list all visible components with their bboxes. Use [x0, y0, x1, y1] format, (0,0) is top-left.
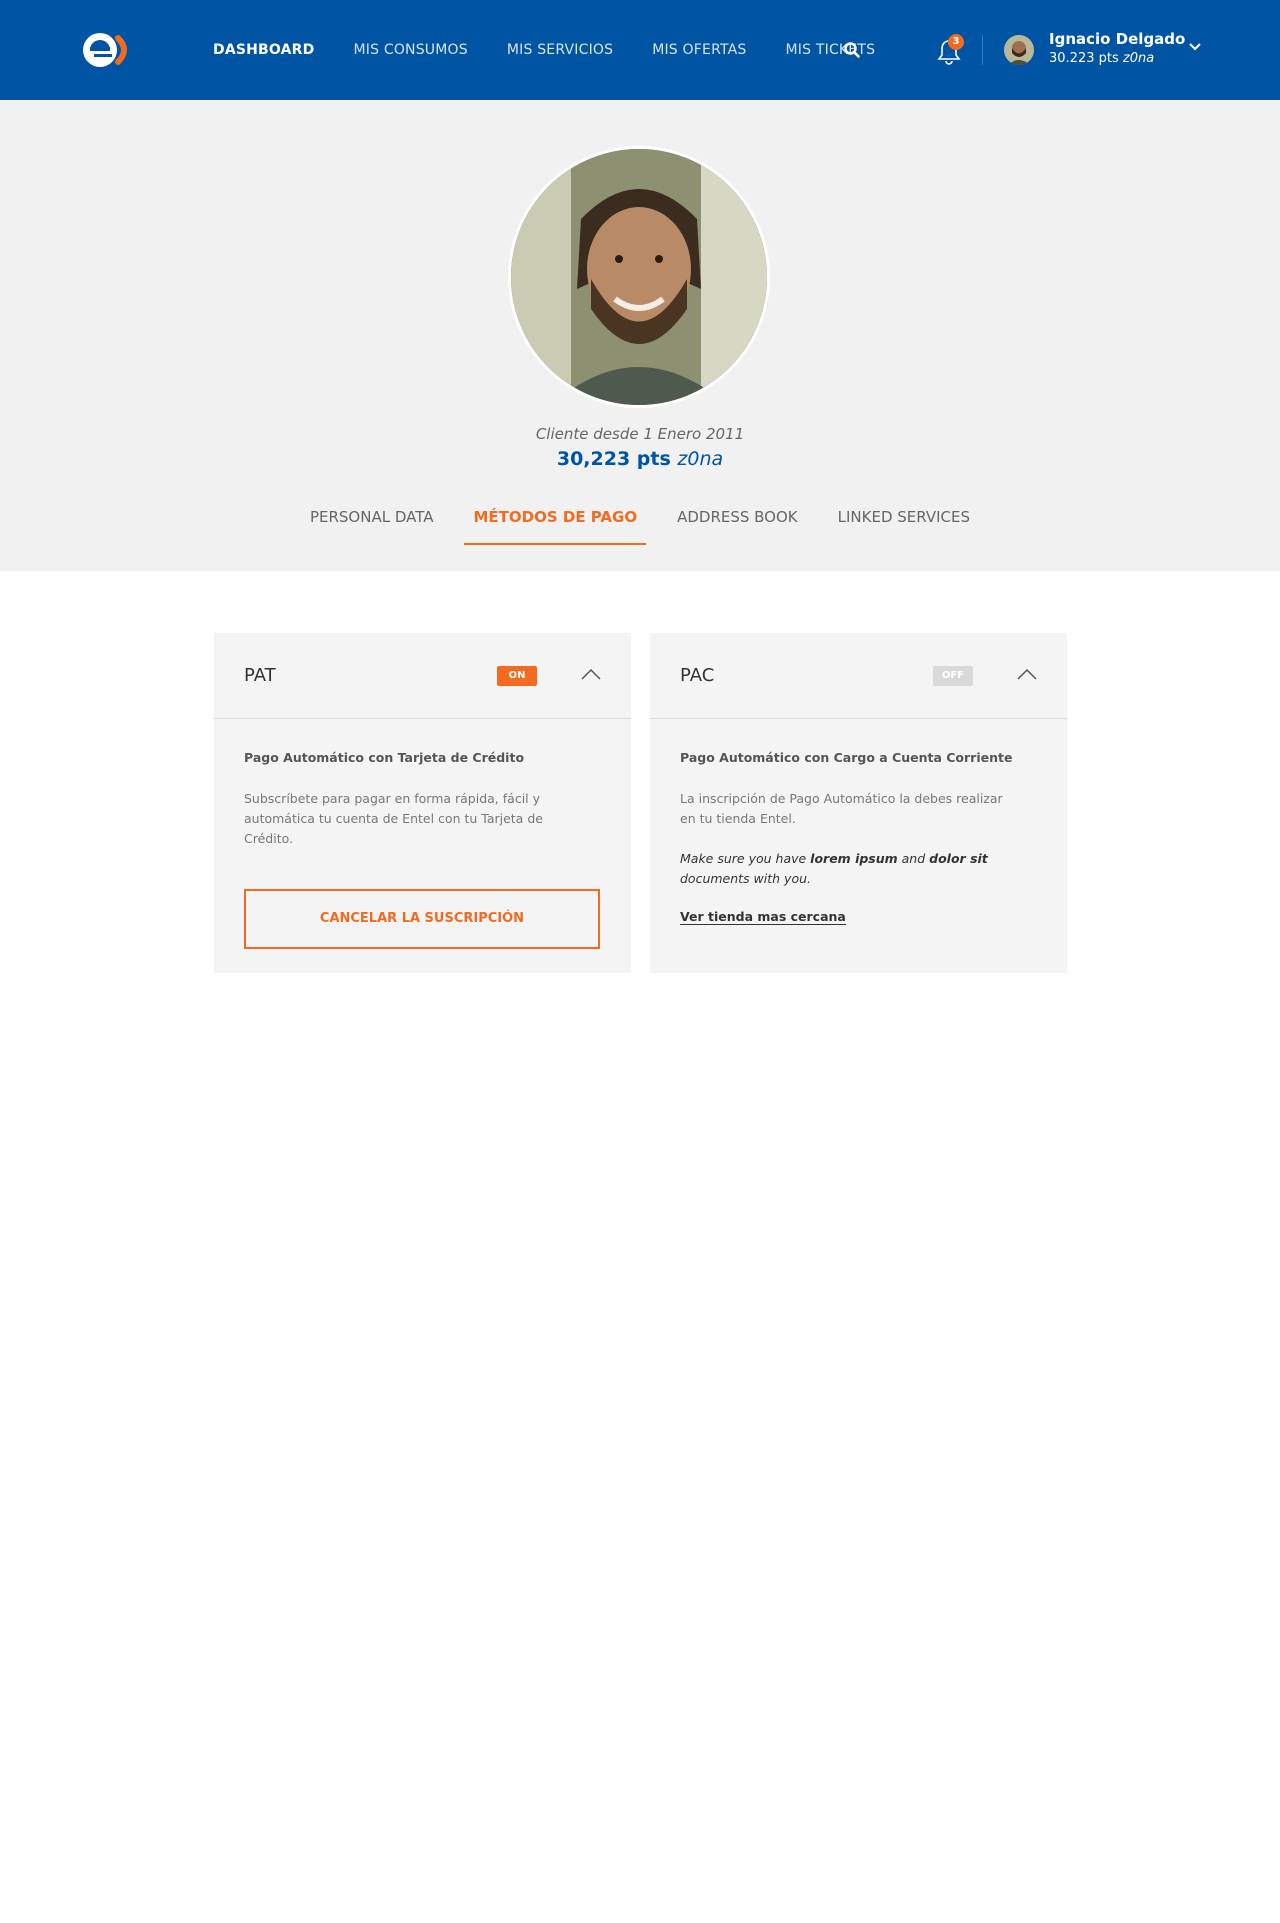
pac-description: La inscripción de Pago Automático la deb…: [680, 791, 1003, 826]
user-points: 30.223 pts z0na: [1049, 51, 1154, 66]
pac-note-mid: and: [897, 851, 930, 866]
user-points-brand: z0na: [1122, 51, 1155, 66]
profile-tabs: PERSONAL DATA MÉTODOS DE PAGO ADDRESS BO…: [0, 494, 1280, 545]
pac-note-pre: Make sure you have: [680, 851, 811, 866]
profile-photo: [508, 146, 770, 408]
profile-points-value: 30,223 pts: [556, 448, 671, 470]
cancel-subscription-button[interactable]: CANCELAR LA SUSCRIPCIÓN: [244, 889, 600, 949]
pat-title: PAT: [244, 665, 276, 686]
search-icon[interactable]: [843, 41, 861, 59]
pac-title: PAC: [680, 665, 715, 686]
pac-card-header[interactable]: PAC OFF: [650, 633, 1067, 719]
nav-mis-ofertas[interactable]: MIS OFERTAS: [652, 42, 746, 58]
nearest-store-link[interactable]: Ver tienda mas cercana: [680, 909, 846, 925]
pac-subtitle: Pago Automático con Cargo a Cuenta Corri…: [680, 750, 1013, 765]
tab-linked-services[interactable]: LINKED SERVICES: [829, 494, 979, 545]
nav-mis-servicios[interactable]: MIS SERVICIOS: [507, 42, 613, 58]
tab-metodos-de-pago[interactable]: MÉTODOS DE PAGO: [464, 494, 647, 545]
profile-points-brand: z0na: [677, 448, 724, 470]
entel-logo[interactable]: [80, 30, 130, 70]
pat-card-body: Pago Automático con Tarjeta de Crédito S…: [214, 719, 631, 949]
status-badge: ON: [497, 666, 537, 686]
pat-card: PAT ON Pago Automático con Tarjeta de Cr…: [214, 633, 631, 973]
notification-badge: 3: [948, 34, 964, 50]
nav-mis-tickets[interactable]: MIS TICKETS: [786, 42, 876, 58]
pac-note: Make sure you have lorem ipsum and dolor…: [680, 849, 1010, 889]
pac-card-body: Pago Automático con Cargo a Cuenta Corri…: [650, 719, 1067, 925]
pat-description: Subscríbete para pagar en forma rápida, …: [244, 791, 543, 846]
chevron-up-icon[interactable]: [580, 667, 602, 681]
pac-note-bold-1: lorem ipsum: [810, 851, 898, 866]
pac-note-post: documents with you.: [680, 871, 811, 886]
main-nav: DASHBOARD MIS CONSUMOS MIS SERVICIOS MIS…: [213, 0, 914, 100]
user-avatar[interactable]: [1004, 35, 1034, 65]
chevron-down-icon[interactable]: [1188, 41, 1202, 53]
pat-card-header[interactable]: PAT ON: [214, 633, 631, 719]
nav-dashboard[interactable]: DASHBOARD: [213, 42, 315, 58]
status-badge: OFF: [933, 666, 973, 686]
top-navigation-bar: DASHBOARD MIS CONSUMOS MIS SERVICIOS MIS…: [0, 0, 1280, 100]
pac-card: PAC OFF Pago Automático con Cargo a Cuen…: [650, 633, 1067, 973]
tab-personal-data[interactable]: PERSONAL DATA: [301, 494, 443, 545]
pac-note-bold-2: dolor sit: [929, 851, 988, 866]
tab-address-book[interactable]: ADDRESS BOOK: [668, 494, 807, 545]
user-name[interactable]: Ignacio Delgado: [1049, 30, 1185, 48]
nav-mis-consumos[interactable]: MIS CONSUMOS: [354, 42, 468, 58]
chevron-up-icon[interactable]: [1016, 667, 1038, 681]
pat-subtitle: Pago Automático con Tarjeta de Crédito: [244, 750, 525, 765]
user-points-value: 30.223 pts: [1049, 51, 1119, 66]
header-divider: [982, 35, 983, 65]
profile-points: 30,223 pts z0na: [0, 448, 1280, 470]
customer-since: Cliente desde 1 Enero 2011: [535, 425, 745, 443]
